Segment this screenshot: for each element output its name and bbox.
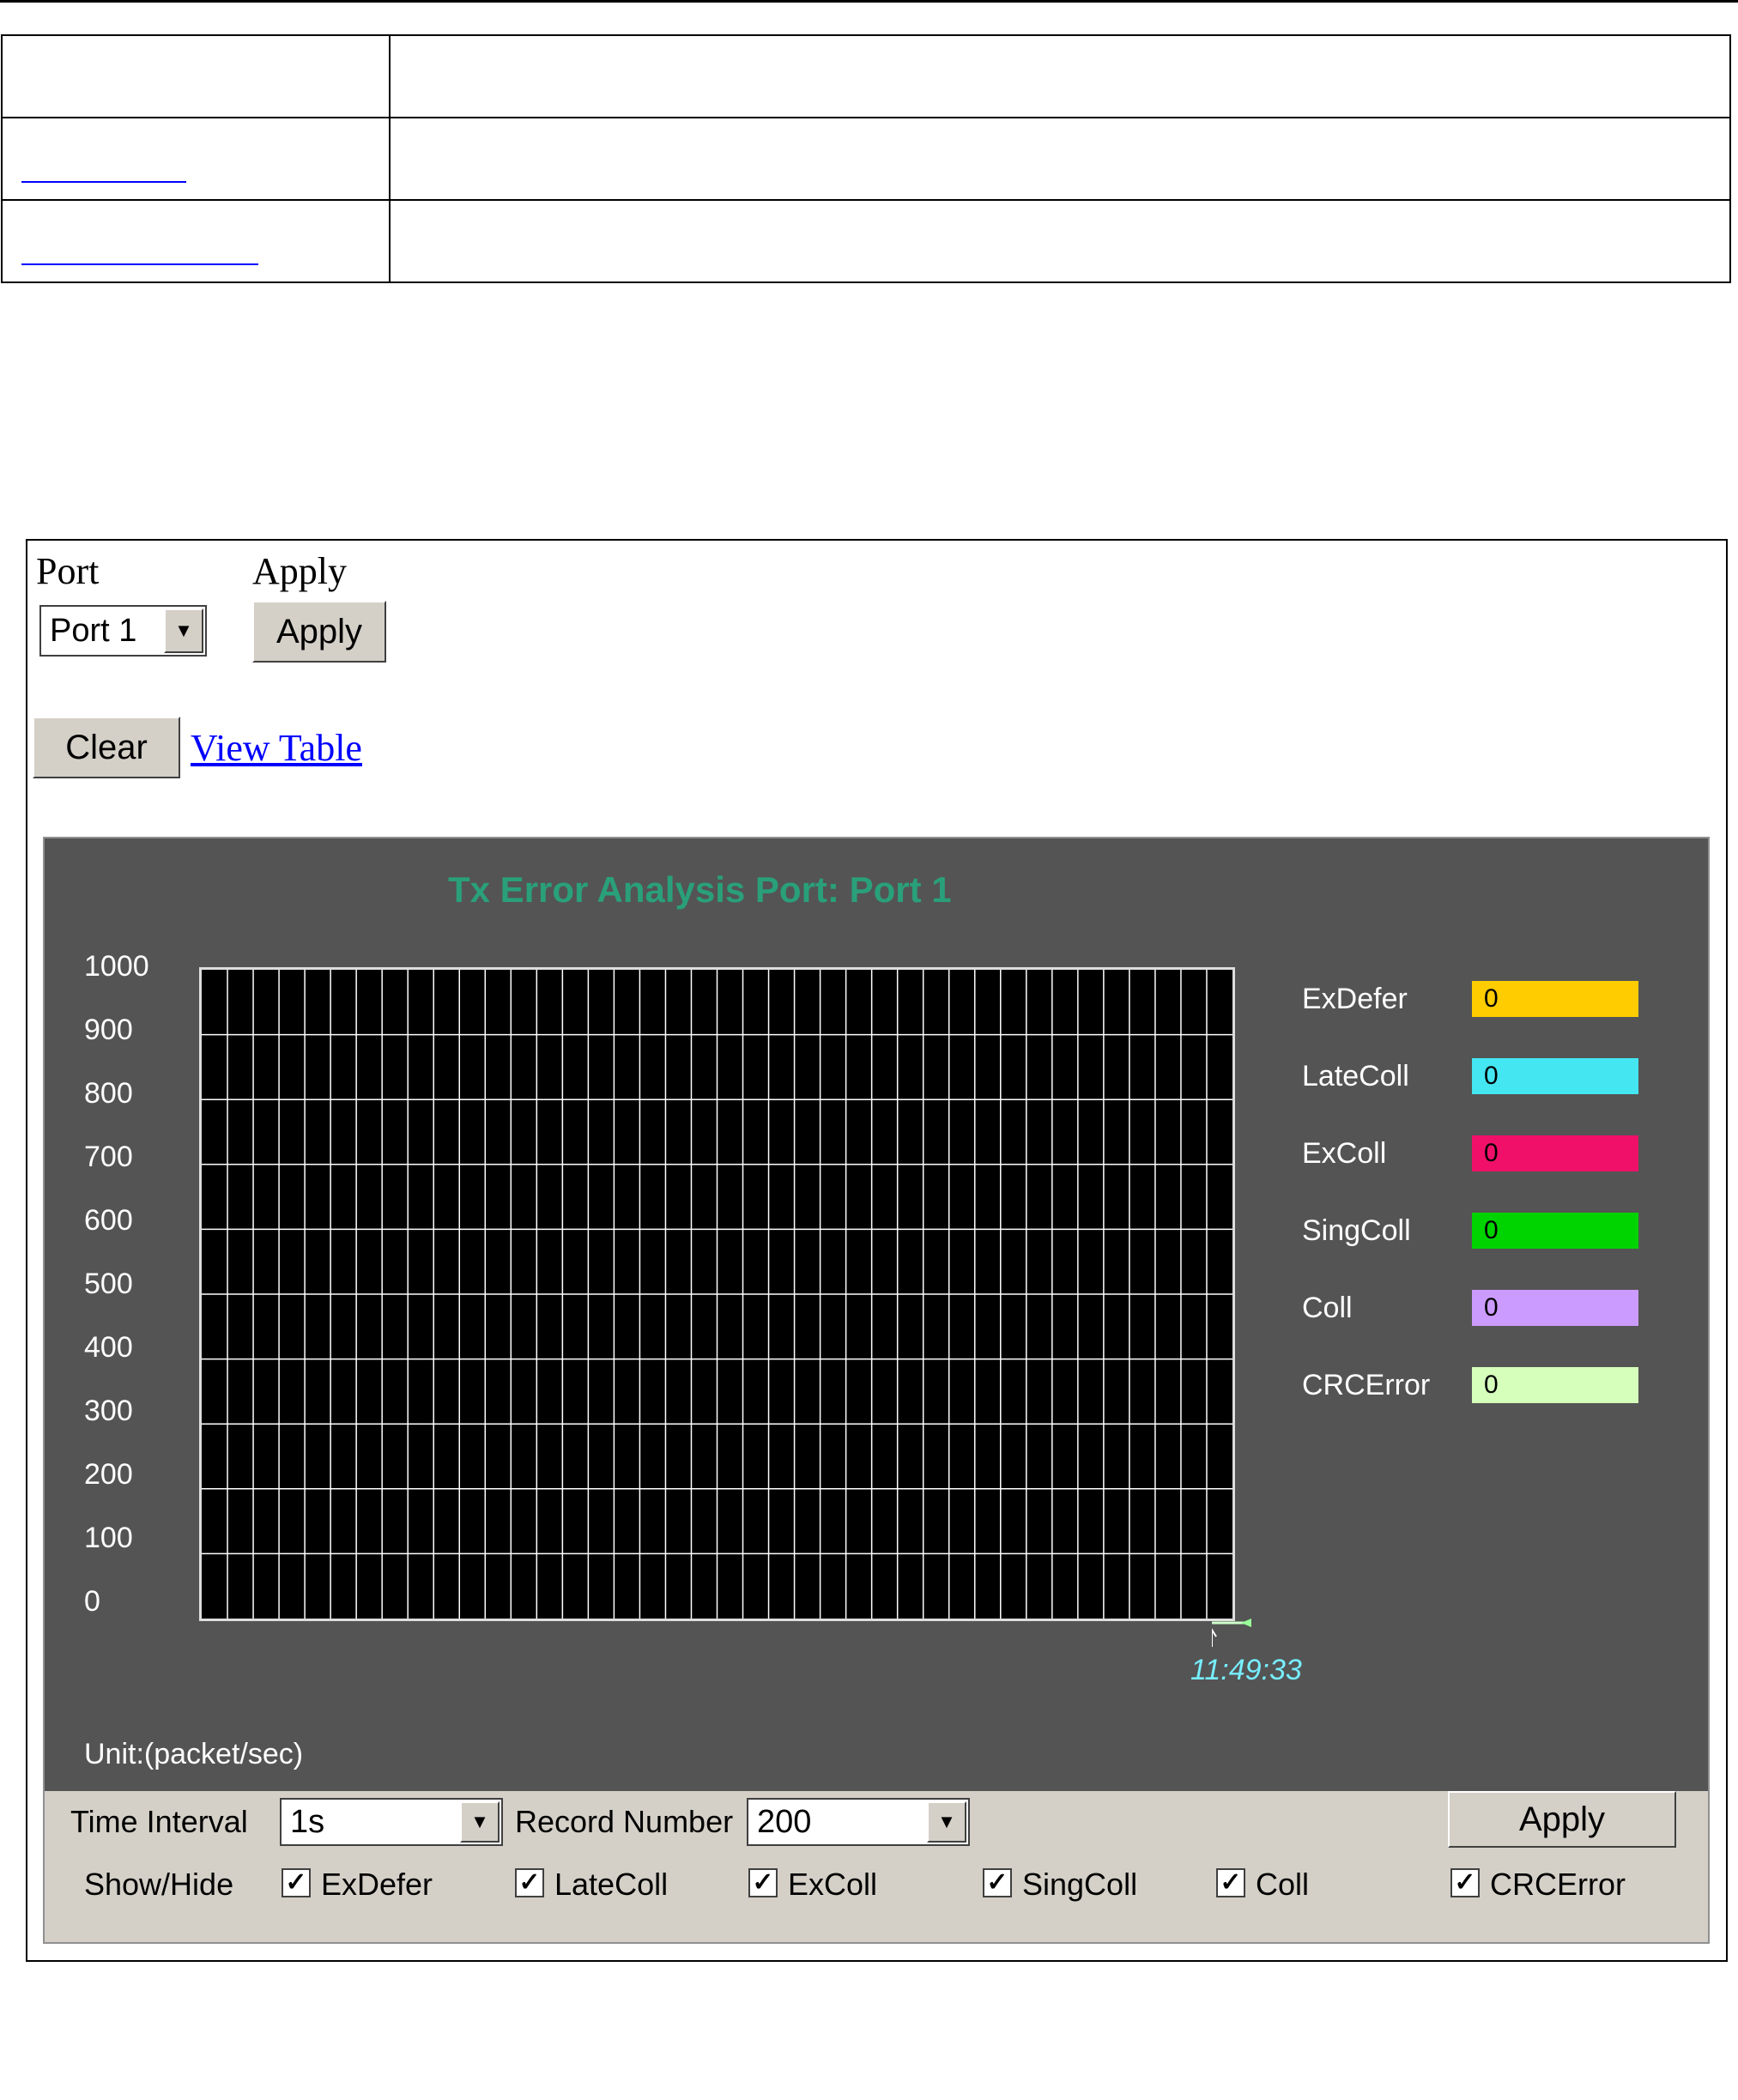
y-tick-label: 800 — [84, 1077, 133, 1110]
time-interval-label: Time Interval — [70, 1804, 248, 1839]
legend-label: LateColl — [1302, 1060, 1409, 1092]
record-number-select[interactable]: 200 ▼ — [747, 1798, 970, 1846]
record-number-label: Record Number — [515, 1804, 734, 1839]
record-number-value: 200 — [757, 1803, 812, 1840]
y-tick-label: 100 — [84, 1522, 133, 1554]
checkbox-latecoll[interactable]: ✓ — [515, 1868, 544, 1897]
apply-button[interactable]: Apply — [252, 601, 386, 663]
time-interval-select[interactable]: 1s ▼ — [280, 1798, 503, 1846]
legend-label: Coll — [1302, 1292, 1353, 1324]
y-tick-label: 0 — [84, 1585, 100, 1618]
apply-label: Apply — [252, 550, 347, 592]
y-tick-label: 900 — [84, 1014, 133, 1046]
tx-error-panel: Port Apply Port 1 ▼ Apply Clear View Tabl… — [26, 539, 1728, 1962]
table-row — [1, 117, 1731, 201]
checkbox-excoll[interactable]: ✓ — [748, 1868, 778, 1897]
legend-value: 0 — [1472, 1135, 1638, 1171]
port-select-value: Port 1 — [50, 612, 137, 649]
time-interval-value: 1s — [290, 1803, 325, 1840]
legend-label: ExDefer — [1302, 983, 1408, 1015]
y-tick-label: 400 — [84, 1331, 133, 1364]
legend-label: SingColl — [1302, 1214, 1411, 1247]
checkbox-label: CRCError — [1490, 1867, 1626, 1902]
table-row — [1, 34, 1731, 118]
checkbox-crcerror[interactable]: ✓ — [1450, 1868, 1480, 1897]
y-tick-label: 200 — [84, 1458, 133, 1491]
checkbox-label: ExColl — [788, 1867, 878, 1902]
chevron-down-icon[interactable]: ▼ — [164, 608, 203, 653]
chevron-down-icon[interactable]: ▼ — [927, 1801, 966, 1843]
y-tick-label: 700 — [84, 1141, 133, 1173]
show-hide-label: Show/Hide — [84, 1867, 234, 1902]
table-row — [1, 199, 1731, 283]
checkbox-singcoll[interactable]: ✓ — [983, 1868, 1012, 1897]
view-table-link[interactable]: View Table — [191, 726, 362, 770]
checkbox-label: SingColl — [1022, 1867, 1138, 1902]
legend-value: 0 — [1472, 1290, 1638, 1326]
checkbox-label: ExDefer — [321, 1867, 433, 1902]
top-rule — [0, 0, 1738, 3]
description-table — [1, 34, 1731, 283]
legend-value: 0 — [1472, 1213, 1638, 1249]
y-tick-label: 300 — [84, 1395, 133, 1427]
chart-area: Tx Error Analysis Port: Port 1 1000 900 80… — [45, 838, 1708, 1791]
chart-title: Tx Error Analysis Port: Port 1 — [448, 869, 952, 910]
checkbox-exdefer[interactable]: ✓ — [282, 1868, 311, 1897]
plot-area — [199, 967, 1235, 1621]
time-label: 11:49:33 — [1190, 1654, 1302, 1686]
checkbox-label: LateColl — [554, 1867, 669, 1902]
chart-frame: Tx Error Analysis Port: Port 1 1000 900 80… — [43, 837, 1710, 1944]
checkbox-coll[interactable]: ✓ — [1216, 1868, 1245, 1897]
clear-button[interactable]: Clear — [33, 717, 180, 778]
y-tick-label: 500 — [84, 1268, 133, 1300]
legend-label: ExColl — [1302, 1137, 1387, 1170]
table-link[interactable] — [21, 181, 186, 183]
table-link[interactable] — [21, 263, 258, 265]
legend-value: 0 — [1472, 981, 1638, 1017]
legend-value: 0 — [1472, 1058, 1638, 1094]
port-select[interactable]: Port 1 ▼ — [39, 605, 207, 657]
time-marker — [1212, 1619, 1251, 1647]
port-label: Port — [36, 550, 100, 592]
y-tick-label: 1000 — [84, 950, 149, 983]
chevron-down-icon[interactable]: ▼ — [460, 1801, 500, 1843]
y-tick-label: 600 — [84, 1204, 133, 1237]
legend-value: 0 — [1472, 1367, 1638, 1403]
chart-apply-button[interactable]: Apply — [1448, 1791, 1676, 1848]
unit-label: Unit:(packet/sec) — [84, 1738, 304, 1770]
checkbox-label: Coll — [1256, 1867, 1310, 1902]
legend-label: CRCError — [1302, 1369, 1431, 1401]
